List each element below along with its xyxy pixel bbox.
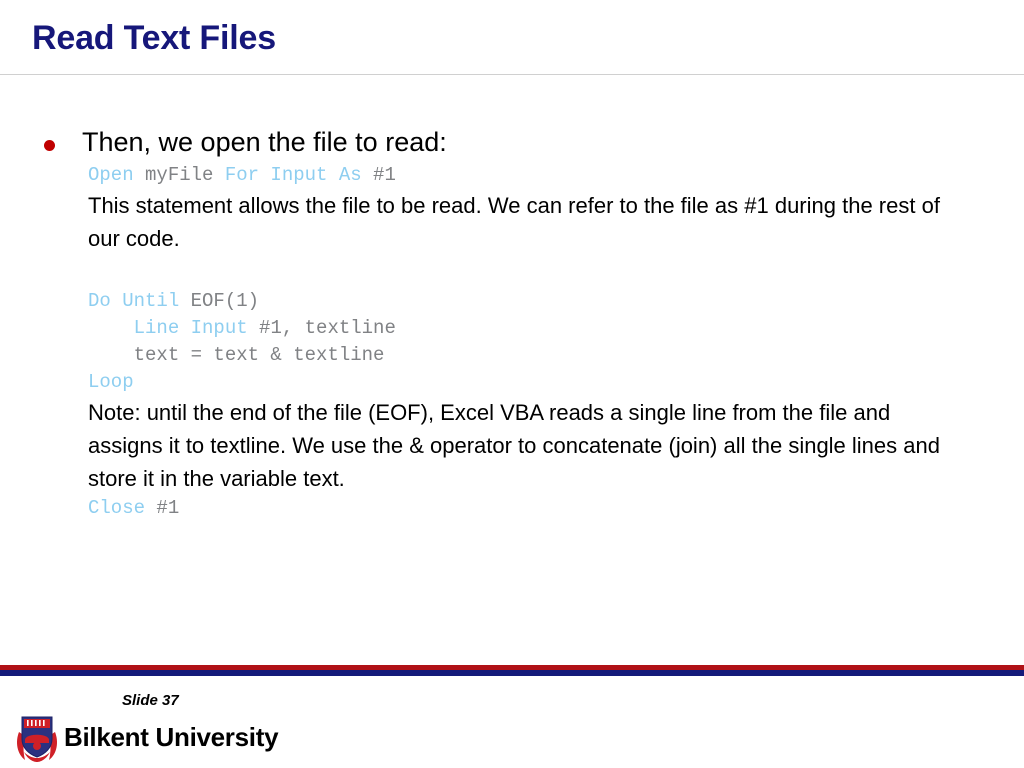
- brand-block: Bilkent University: [14, 712, 279, 762]
- code-identifier: #1, textline: [247, 317, 396, 339]
- sub-content: Open myFile For Input As #1 This stateme…: [0, 162, 1024, 522]
- code-line-open: Open myFile For Input As #1: [88, 162, 954, 189]
- bullet-item-label: Then, we open the file to read:: [82, 127, 447, 157]
- code-line-close: Close #1: [88, 495, 954, 522]
- page-title: Read Text Files: [32, 19, 276, 57]
- code-identifier: #1: [361, 164, 396, 186]
- code-line-do-until: Do Until EOF(1): [88, 288, 954, 315]
- code-line-loop: Loop: [88, 369, 954, 396]
- code-keyword: Line Input: [133, 317, 248, 339]
- bullet-item: Then, we open the file to read:: [0, 124, 1024, 160]
- title-divider: [0, 74, 1024, 75]
- code-keyword: Open: [88, 164, 134, 186]
- code-keyword: Loop: [88, 371, 134, 393]
- code-identifier: #1: [145, 497, 180, 519]
- code-line-assign-text: text = text & textline: [88, 342, 954, 369]
- paragraph-open-explanation: This statement allows the file to be rea…: [88, 193, 940, 251]
- bullet-dot-icon: [44, 140, 55, 151]
- code-identifier: EOF(1): [179, 290, 260, 312]
- footer-bar-navy: [0, 670, 1024, 676]
- slide-content: Then, we open the file to read: Open myF…: [0, 124, 1024, 522]
- slide-number: Slide 37: [122, 692, 179, 709]
- code-line-line-input: Line Input #1, textline: [88, 315, 954, 342]
- code-keyword: For Input As: [224, 164, 362, 186]
- code-keyword: Do Until: [88, 290, 180, 312]
- code-identifier: myFile: [133, 164, 225, 186]
- code-keyword: Close: [88, 497, 146, 519]
- paragraph-loop-explanation: Note: until the end of the file (EOF), E…: [88, 400, 940, 491]
- brand-name-label: Bilkent University: [64, 721, 279, 752]
- code-identifier: text = text & textline: [88, 344, 385, 366]
- bilkent-shield-logo-icon: [17, 716, 57, 762]
